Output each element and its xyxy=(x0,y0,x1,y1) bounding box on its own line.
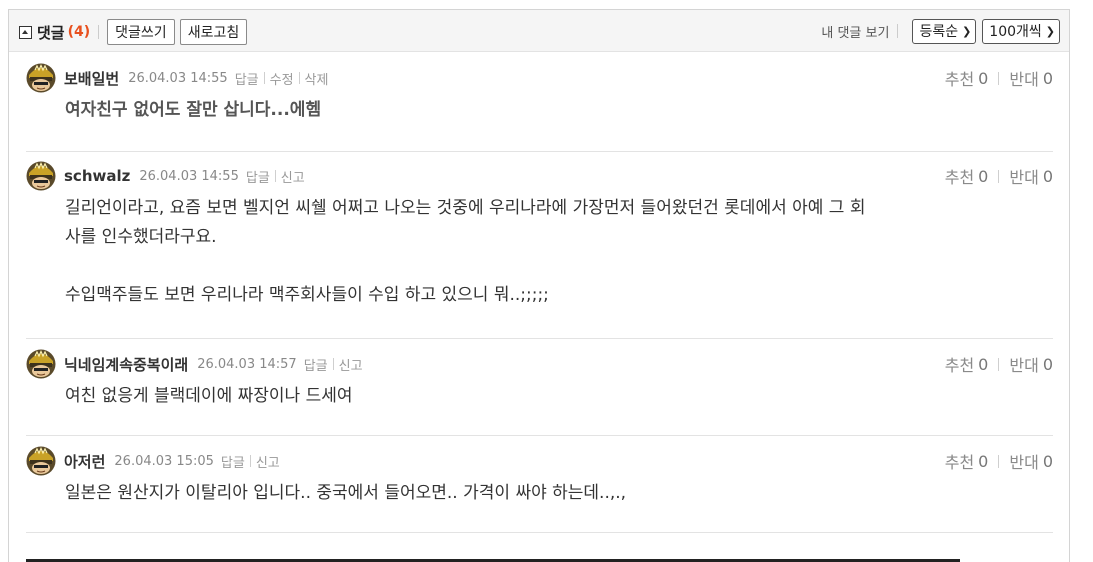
comment-action-1[interactable]: 신고 xyxy=(281,167,305,186)
comment-body: 길리언이라고, 요즘 보면 벨지언 씨쉘 어쩌고 나오는 것중에 우리나라에 가… xyxy=(65,198,866,305)
oppose-button[interactable]: 반대 xyxy=(1009,164,1038,188)
comment-action-0[interactable]: 답글 xyxy=(304,355,328,374)
recommend-count: 0 xyxy=(978,354,989,374)
vote-box: 추천 0 반대 0 xyxy=(945,160,1053,192)
oppose-count: 0 xyxy=(1042,354,1053,374)
sort-order-select[interactable]: 등록순 ❯ xyxy=(912,18,977,44)
comment-body: 여친 없응게 블랙데이에 짜장이나 드세여 xyxy=(65,386,353,406)
comment-nickname[interactable]: 아저런 xyxy=(64,451,105,472)
comment-nickname[interactable]: schwalz xyxy=(64,167,130,185)
vote-box: 추천 0 반대 0 xyxy=(945,348,1053,380)
comment-date: 26.04.03 14:55 xyxy=(128,70,228,86)
view-my-comments-link[interactable]: 내 댓글 보기 xyxy=(821,22,889,41)
collapse-toggle-icon[interactable] xyxy=(19,25,32,39)
recommend-count: 0 xyxy=(978,451,989,471)
comment-action-2[interactable]: 삭제 xyxy=(305,69,329,88)
comment-action-0[interactable]: 답글 xyxy=(235,69,259,88)
comment-action-0[interactable]: 답글 xyxy=(246,167,270,186)
recommend-count: 0 xyxy=(978,166,989,186)
oppose-button[interactable]: 반대 xyxy=(1009,352,1038,376)
recommend-button[interactable]: 추천 xyxy=(945,449,974,473)
comment-action-0[interactable]: 답글 xyxy=(221,452,245,471)
comment-action-1[interactable]: 신고 xyxy=(339,355,363,374)
oppose-button[interactable]: 반대 xyxy=(1009,66,1038,90)
per-page-value: 100개씩 xyxy=(989,24,1042,40)
divider xyxy=(274,170,276,182)
vote-box: 추천 0 반대 0 xyxy=(945,62,1053,94)
divider xyxy=(332,358,334,370)
divider xyxy=(998,454,1000,468)
comment-item: schwalz 26.04.03 14:55 답글 신고 추천 0 반대 0 길리언이라고, 요… xyxy=(26,160,1053,339)
avatar[interactable] xyxy=(26,349,56,379)
comment-head: 아저런 26.04.03 15:05 답글 신고 xyxy=(26,445,280,477)
comment-item: 아저런 26.04.03 15:05 답글 신고 추천 0 반대 0 일본은 원산지가 이탈리아… xyxy=(26,445,1053,533)
comment-action-1[interactable]: 수정 xyxy=(270,69,294,88)
oppose-button[interactable]: 반대 xyxy=(1009,449,1038,473)
chevron-down-icon: ❯ xyxy=(1045,24,1055,38)
recommend-button[interactable]: 추천 xyxy=(945,66,974,90)
comment-date: 26.04.03 14:55 xyxy=(139,168,239,184)
comment-title: 댓글 xyxy=(37,23,65,42)
comment-nickname[interactable]: 닉네임계속중복이래 xyxy=(64,354,188,375)
divider xyxy=(998,169,1000,183)
comment-date: 26.04.03 15:05 xyxy=(114,453,214,469)
comment-header: 댓글 (4) 댓글쓰기 새로고침 내 댓글 보기 등록순 ❯ 100개씩 ❯ xyxy=(9,10,1069,52)
header-right: 내 댓글 보기 등록순 ❯ 100개씩 ❯ xyxy=(821,18,1060,44)
comment-item: 닉네임계속중복이래 26.04.03 14:57 답글 신고 추천 0 반대 0 여친 없응게 … xyxy=(26,348,1053,436)
write-comment-button[interactable]: 댓글쓰기 xyxy=(107,19,175,45)
divider xyxy=(249,455,251,467)
comment-body: 여자친구 없어도 잘만 삽니다...에헴 xyxy=(65,100,322,120)
comment-count: (4) xyxy=(67,24,91,40)
comment-head: 보배일번 26.04.03 14:55 답글 수정 삭제 xyxy=(26,62,328,94)
comment-head: schwalz 26.04.03 14:55 답글 신고 xyxy=(26,160,305,192)
vote-box: 추천 0 반대 0 xyxy=(945,445,1053,477)
divider xyxy=(897,24,899,38)
comment-item: 보배일번 26.04.03 14:55 답글 수정 삭제 추천 0 반대 0 여자친구 없어도 잘… xyxy=(26,62,1053,152)
oppose-count: 0 xyxy=(1042,451,1053,471)
avatar[interactable] xyxy=(26,161,56,191)
sort-order-value: 등록순 xyxy=(919,24,959,40)
comment-action-1[interactable]: 신고 xyxy=(256,452,280,471)
divider xyxy=(998,71,1000,85)
recommend-button[interactable]: 추천 xyxy=(945,352,974,376)
comment-date: 26.04.03 14:57 xyxy=(197,356,297,372)
comment-head: 닉네임계속중복이래 26.04.03 14:57 답글 신고 xyxy=(26,348,363,380)
recommend-count: 0 xyxy=(978,68,989,88)
divider xyxy=(98,25,100,39)
comment-body: 일본은 원산지가 이탈리아 입니다.. 중국에서 들어오면.. 가격이 싸야 하… xyxy=(65,483,627,503)
avatar[interactable] xyxy=(26,63,56,93)
recommend-button[interactable]: 추천 xyxy=(945,164,974,188)
header-left: 댓글 (4) 댓글쓰기 새로고침 xyxy=(19,19,252,45)
avatar[interactable] xyxy=(26,446,56,476)
divider xyxy=(998,357,1000,371)
comment-nickname[interactable]: 보배일번 xyxy=(64,68,119,89)
refresh-button[interactable]: 새로고침 xyxy=(179,19,248,45)
divider xyxy=(298,72,300,84)
comment-section: 댓글 (4) 댓글쓰기 새로고침 내 댓글 보기 등록순 ❯ 100개씩 ❯ 보… xyxy=(0,0,1093,562)
oppose-count: 0 xyxy=(1042,68,1053,88)
chevron-down-icon: ❯ xyxy=(962,24,972,38)
oppose-count: 0 xyxy=(1042,166,1053,186)
divider xyxy=(263,72,265,84)
per-page-select[interactable]: 100개씩 ❯ xyxy=(982,18,1060,44)
